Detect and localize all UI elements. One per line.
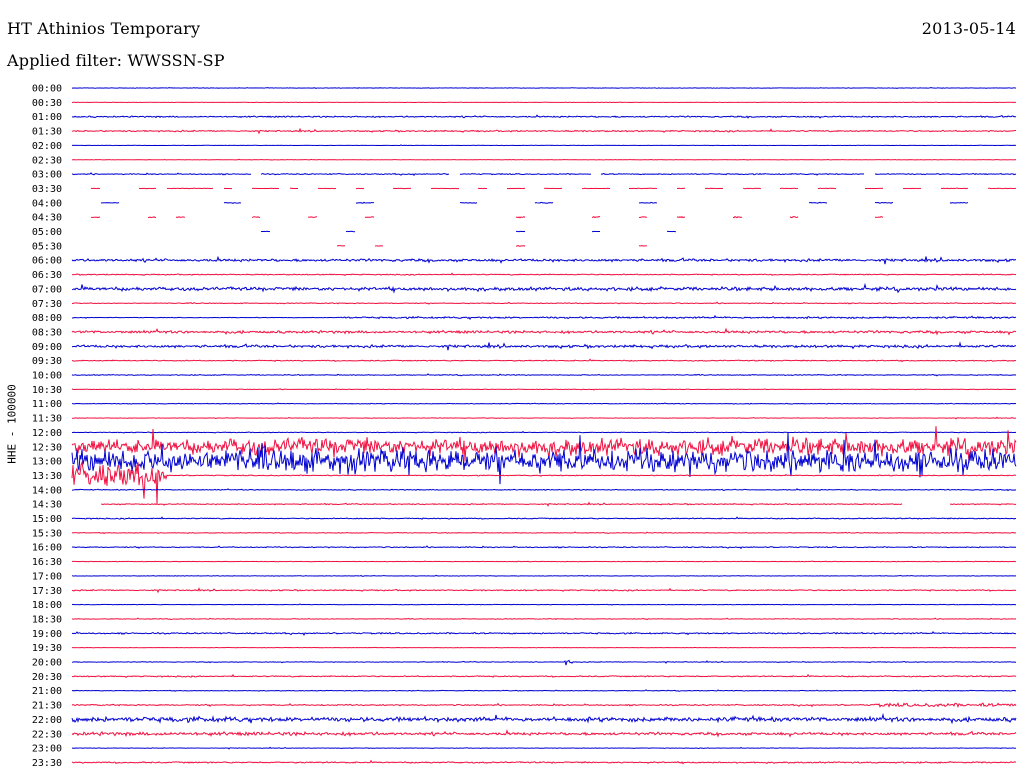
trace-line [71,516,1017,520]
trace-line [71,646,1017,649]
trace-line [71,432,1017,485]
trace-line [337,246,1016,247]
time-tick-label: 05:00 [32,227,62,238]
time-tick-label: 12:30 [32,442,62,453]
time-tick-label: 17:30 [32,586,62,597]
time-tick-label: 13:00 [32,457,62,468]
time-tick-label: 14:00 [32,485,62,496]
trace-line [91,216,1016,217]
trace-line [261,231,1016,232]
trace-line [71,712,1017,725]
time-tick-label: 02:00 [32,141,62,152]
trace-line [71,617,1017,621]
time-tick-label: 20:30 [32,672,62,683]
time-tick-label: 00:30 [32,98,62,109]
trace-line [71,301,1017,305]
trace-line [71,358,1017,363]
time-tick-label: 07:00 [32,284,62,295]
trace-line [71,282,1017,294]
time-tick-label: 05:30 [32,241,62,252]
trace-line [71,560,1017,563]
time-tick-label: 06:00 [32,256,62,267]
seismic-traces [71,86,1017,765]
time-tick-label: 16:30 [32,557,62,568]
time-tick-label: 09:30 [32,356,62,367]
trace-line [71,574,1016,577]
time-tick-label: 15:00 [32,514,62,525]
trace-line [71,430,1017,434]
trace-line [71,327,1017,336]
trace-line [71,114,1017,119]
time-tick-label: 16:00 [32,543,62,554]
time-tick-label: 19:00 [32,629,62,640]
time-tick-label: 01:00 [32,112,62,123]
time-tick-label: 01:30 [32,127,62,138]
time-tick-label: 12:00 [32,428,62,439]
time-tick-label: 10:30 [32,385,62,396]
time-tick-label: 08:00 [32,313,62,324]
trace-line [71,545,1017,550]
trace-line [71,460,1017,504]
trace-line [71,272,1017,276]
trace-line [71,631,1017,636]
time-tick-label: 22:00 [32,715,62,726]
time-tick-label: 23:30 [32,758,62,769]
time-tick-label: 23:00 [32,744,62,755]
time-tick-label: 04:00 [32,198,62,209]
time-tick-label: 06:30 [32,270,62,281]
time-tick-labels: 00:00 00:30 01:00 01:30 02:00 02:30 03:00 03:30… [32,84,62,769]
trace-line [71,416,1017,420]
time-tick-label: 22:30 [32,729,62,740]
trace-line [71,388,1017,391]
trace-line [71,531,1017,535]
trace-line [100,501,1017,507]
time-tick-label: 03:00 [32,170,62,181]
time-tick-label: 14:30 [32,500,62,511]
trace-line [71,86,1017,90]
trace-line [71,603,1017,606]
trace-line [71,101,1017,104]
trace-line [71,127,1017,135]
time-tick-label: 10:00 [32,371,62,382]
time-tick-label: 00:00 [32,84,62,95]
time-tick-label: 18:30 [32,614,62,625]
time-tick-label: 04:30 [32,213,62,224]
trace-line [71,314,1017,321]
time-tick-label: 08:30 [32,327,62,338]
time-tick-label: 09:00 [32,342,62,353]
time-tick-label: 21:00 [32,686,62,697]
trace-line [71,729,1017,738]
time-tick-label: 11:30 [32,414,62,425]
time-tick-label: 13:30 [32,471,62,482]
time-tick-label: 02:30 [32,155,62,166]
helicorder-plot: 00:00 00:30 01:00 01:30 02:00 02:30 03:00 03:30… [32,84,1024,769]
trace-line [71,144,1017,147]
trace-line [71,759,1017,765]
time-tick-label: 18:00 [32,600,62,611]
time-tick-label: 07:30 [32,299,62,310]
time-tick-label: 20:00 [32,658,62,669]
trace-line [71,488,1017,492]
trace-line [71,158,1017,161]
time-tick-label: 15:30 [32,528,62,539]
time-tick-label: 03:30 [32,184,62,195]
trace-line [90,187,1017,190]
trace-line [101,202,1016,203]
trace-line [71,402,1017,405]
trace-line [71,255,1017,265]
trace-line [71,172,1017,177]
time-tick-label: 11:00 [32,399,62,410]
time-tick-label: 21:30 [32,701,62,712]
trace-line [71,659,1017,666]
trace-line [71,341,1017,351]
trace-line [71,702,1017,708]
trace-line [71,373,1017,377]
trace-line [71,689,1017,692]
trace-line [71,673,1017,678]
time-tick-label: 17:00 [32,571,62,582]
trace-line [71,746,1017,750]
trace-line [71,587,1017,594]
time-tick-label: 19:30 [32,643,62,654]
